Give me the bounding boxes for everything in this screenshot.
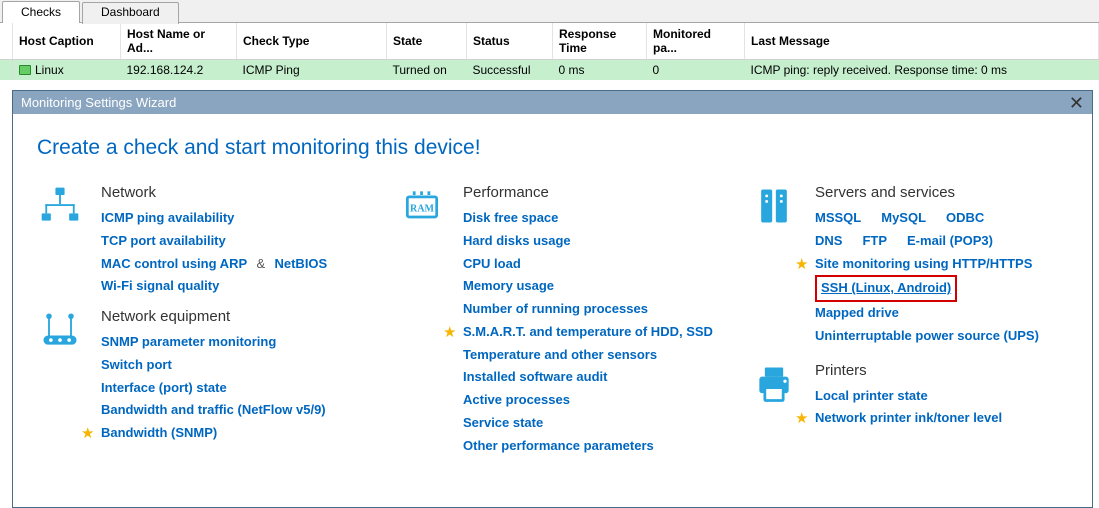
cell-status: Successful [467, 60, 553, 81]
link-pop3[interactable]: E-mail (POP3) [907, 230, 993, 253]
servers-icon [751, 184, 797, 348]
link-netflow[interactable]: Bandwidth and traffic (NetFlow v5/9) [101, 399, 377, 422]
col-host-name[interactable]: Host Name or Ad... [121, 23, 237, 60]
link-http[interactable]: Site monitoring using HTTP/HTTPS [815, 253, 1032, 276]
perf-title: Performance [463, 184, 729, 201]
svg-text:RAM: RAM [410, 204, 435, 215]
tab-dashboard[interactable]: Dashboard [82, 2, 179, 24]
cell-host-name: 192.168.124.2 [121, 60, 237, 81]
performance-icon: RAM [399, 184, 445, 457]
link-mapped-drive[interactable]: Mapped drive [815, 302, 1061, 325]
star-icon: ★ [795, 255, 808, 273]
link-odbc[interactable]: ODBC [946, 207, 984, 230]
wizard-titlebar: Monitoring Settings Wizard ✕ [13, 91, 1092, 114]
col-response-time[interactable]: Response Time [553, 23, 647, 60]
checks-table: Host Caption Host Name or Ad... Check Ty… [0, 23, 1099, 80]
printers-title: Printers [815, 362, 1061, 379]
link-switch-port[interactable]: Switch port [101, 354, 377, 377]
cell-state: Turned on [387, 60, 467, 81]
link-disk-free[interactable]: Disk free space [463, 207, 729, 230]
cell-response-time: 0 ms [553, 60, 647, 81]
servers-title: Servers and services [815, 184, 1061, 201]
top-tabstrip: Checks Dashboard [0, 0, 1099, 23]
col-status[interactable]: Status [467, 23, 553, 60]
col-monitored[interactable]: Monitored pa... [647, 23, 745, 60]
amp-text: & [250, 256, 271, 271]
link-memory[interactable]: Memory usage [463, 275, 729, 298]
col-state[interactable]: State [387, 23, 467, 60]
link-netbios[interactable]: NetBIOS [274, 253, 327, 276]
wizard-title-text: Monitoring Settings Wizard [21, 95, 176, 110]
cell-check-type: ICMP Ping [237, 60, 387, 81]
neteq-title: Network equipment [101, 308, 377, 325]
col-host-caption[interactable]: Host Caption [13, 23, 121, 60]
star-icon: ★ [443, 323, 456, 341]
link-mac-arp[interactable]: MAC control using ARP [101, 253, 247, 276]
network-icon [37, 184, 83, 298]
link-ups[interactable]: Uninterruptable power source (UPS) [815, 325, 1061, 348]
link-tcp-port[interactable]: TCP port availability [101, 230, 377, 253]
star-icon: ★ [81, 424, 94, 442]
close-icon[interactable]: ✕ [1069, 96, 1084, 110]
col-last-message[interactable]: Last Message [745, 23, 1099, 60]
link-local-printer[interactable]: Local printer state [815, 385, 1061, 408]
link-interface-state[interactable]: Interface (port) state [101, 377, 377, 400]
link-processes-count[interactable]: Number of running processes [463, 298, 729, 321]
link-ssh[interactable]: SSH (Linux, Android) [821, 277, 951, 300]
link-smart[interactable]: S.M.A.R.T. and temperature of HDD, SSD [463, 321, 713, 344]
link-snmp-param[interactable]: SNMP parameter monitoring [101, 331, 377, 354]
link-mysql[interactable]: MySQL [881, 207, 926, 230]
host-status-icon [19, 65, 31, 75]
wizard-panel: Monitoring Settings Wizard ✕ Create a ch… [12, 90, 1093, 508]
col-check-type[interactable]: Check Type [237, 23, 387, 60]
table-header-row: Host Caption Host Name or Ad... Check Ty… [0, 23, 1099, 60]
link-bandwidth-snmp[interactable]: Bandwidth (SNMP) [101, 422, 217, 445]
cell-monitored: 0 [647, 60, 745, 81]
link-mssql[interactable]: MSSQL [815, 207, 861, 230]
link-dns[interactable]: DNS [815, 230, 842, 253]
link-temperature[interactable]: Temperature and other sensors [463, 344, 729, 367]
network-equipment-icon [37, 308, 83, 445]
link-ftp[interactable]: FTP [862, 230, 887, 253]
link-wifi-quality[interactable]: Wi-Fi signal quality [101, 275, 377, 298]
link-network-printer[interactable]: Network printer ink/toner level [815, 407, 1002, 430]
tab-checks[interactable]: Checks [2, 1, 80, 23]
network-title: Network [101, 184, 377, 201]
link-service-state[interactable]: Service state [463, 412, 729, 435]
table-row[interactable]: Linux 192.168.124.2 ICMP Ping Turned on … [0, 60, 1099, 81]
link-active-processes[interactable]: Active processes [463, 389, 729, 412]
ssh-highlight: SSH (Linux, Android) [815, 275, 957, 302]
link-hdd-usage[interactable]: Hard disks usage [463, 230, 729, 253]
star-icon: ★ [795, 409, 808, 427]
printers-icon [751, 362, 797, 431]
link-cpu-load[interactable]: CPU load [463, 253, 729, 276]
link-software-audit[interactable]: Installed software audit [463, 366, 729, 389]
cell-host-caption: Linux [35, 63, 64, 77]
link-other-perf[interactable]: Other performance parameters [463, 435, 729, 458]
link-icmp-ping[interactable]: ICMP ping availability [101, 207, 377, 230]
cell-last-message: ICMP ping: reply received. Response time… [745, 60, 1099, 81]
wizard-heading: Create a check and start monitoring this… [37, 136, 1068, 160]
